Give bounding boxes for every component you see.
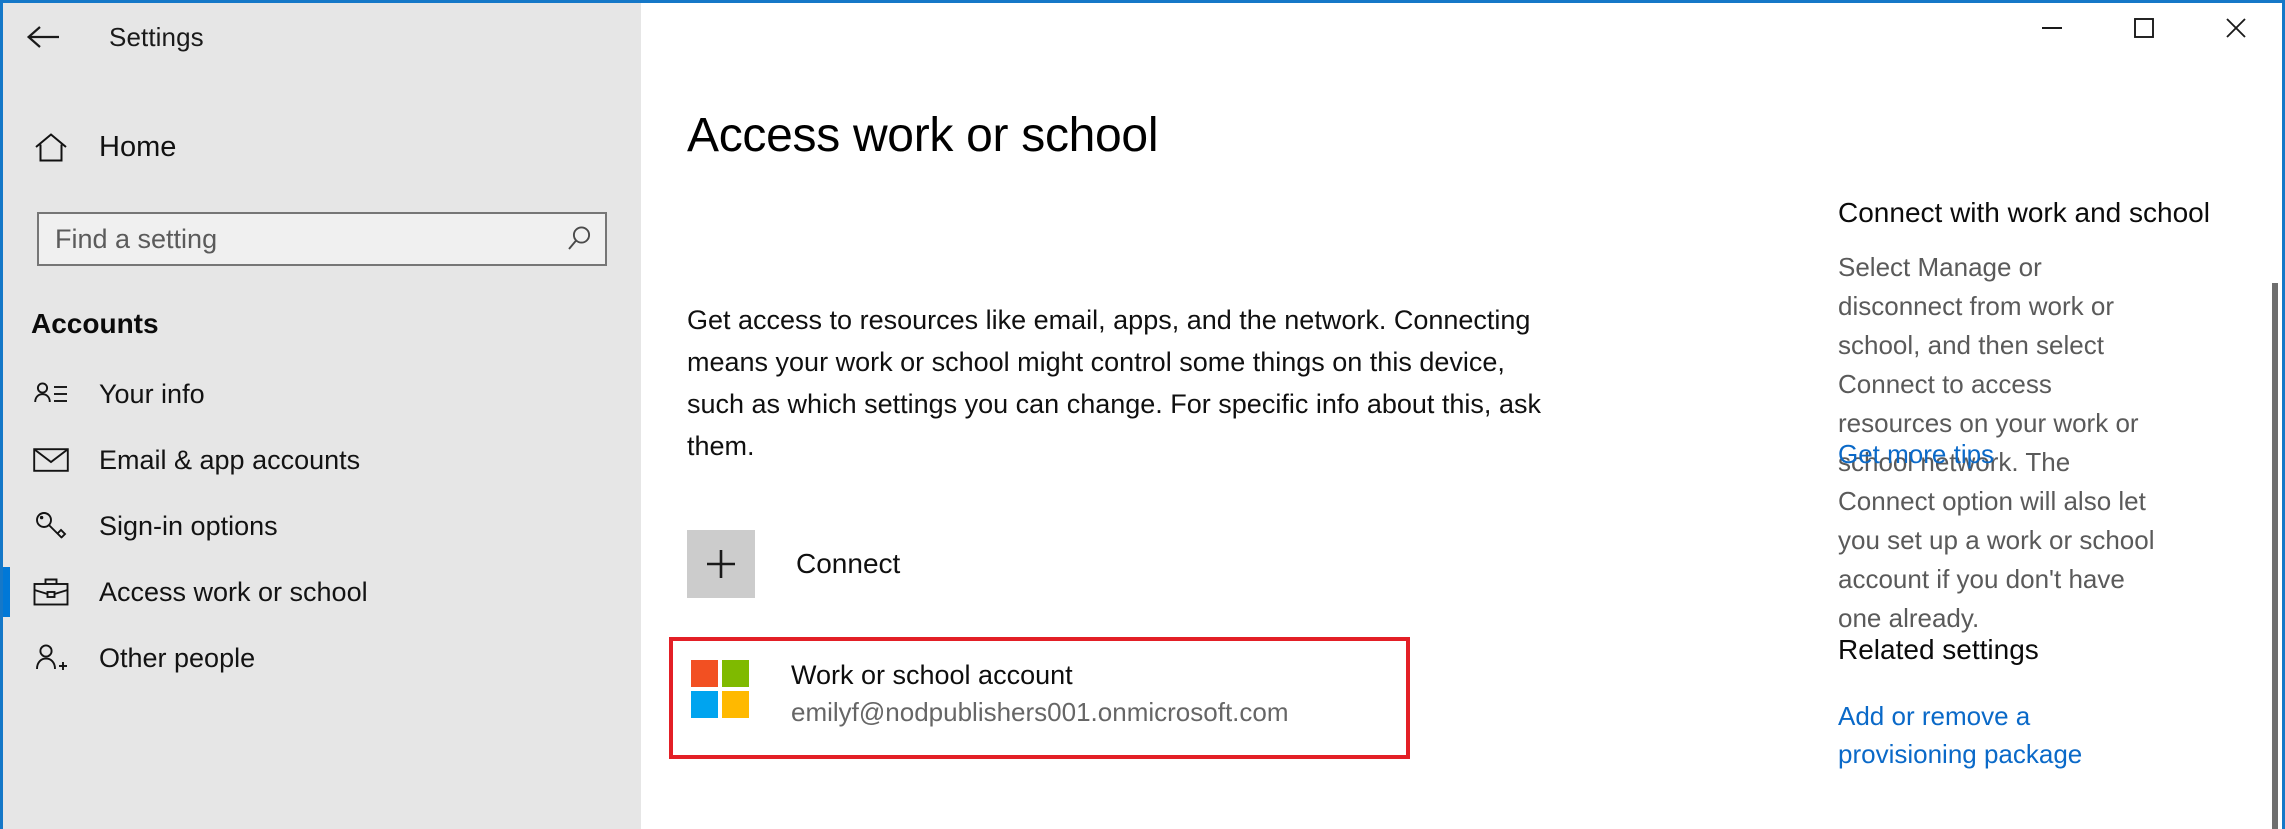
- close-icon[interactable]: [2190, 3, 2282, 53]
- help-heading: Connect with work and school: [1838, 197, 2210, 228]
- sidebar-item-your-info[interactable]: Your info: [3, 361, 641, 427]
- window-controls: [2006, 3, 2282, 53]
- provisioning-package-link[interactable]: Add or remove a provisioning package: [1838, 697, 2138, 773]
- page-description: Get access to resources like email, apps…: [687, 305, 1541, 461]
- sidebar-item-other-people[interactable]: Other people: [3, 625, 641, 691]
- sidebar-item-access-work-or-school[interactable]: Access work or school: [3, 559, 641, 625]
- search-box[interactable]: [37, 212, 607, 266]
- scrollbar-thumb[interactable]: [2272, 283, 2278, 829]
- title-bar: Settings: [3, 3, 641, 71]
- sidebar-item-label: Home: [99, 130, 177, 163]
- sidebar: Settings Home Accounts: [3, 3, 641, 829]
- scrollbar-track[interactable]: [2268, 53, 2282, 829]
- key-icon: [3, 511, 99, 541]
- briefcase-icon: [3, 577, 99, 607]
- mail-icon: [3, 447, 99, 473]
- sidebar-item-label: Your info: [99, 378, 205, 409]
- microsoft-logo-icon: [691, 660, 749, 718]
- sidebar-item-label: Sign-in options: [99, 510, 278, 541]
- account-row-inner: Work or school account emilyf@nodpublish…: [691, 657, 1289, 731]
- search-icon[interactable]: [553, 214, 605, 264]
- back-arrow-icon[interactable]: [11, 5, 75, 69]
- connect-button[interactable]: Connect: [687, 530, 900, 598]
- sidebar-item-email-app-accounts[interactable]: Email & app accounts: [3, 427, 641, 493]
- sidebar-item-home[interactable]: Home: [3, 115, 641, 179]
- sidebar-nav-list: Your info Email & app accounts Sign-in o…: [3, 361, 641, 691]
- work-or-school-account-row[interactable]: Work or school account emilyf@nodpublish…: [669, 637, 1410, 759]
- plus-icon: [687, 530, 755, 598]
- contact-card-icon: [3, 381, 99, 407]
- app-title: Settings: [109, 21, 204, 52]
- home-icon: [3, 132, 99, 163]
- page-title: Access work or school: [687, 109, 1159, 162]
- sidebar-item-sign-in-options[interactable]: Sign-in options: [3, 493, 641, 559]
- search-input[interactable]: [39, 223, 553, 255]
- sidebar-item-label: Access work or school: [99, 576, 368, 607]
- settings-window: Settings Home Accounts: [0, 0, 2285, 829]
- minimize-icon[interactable]: [2006, 3, 2098, 53]
- get-more-tips-link[interactable]: Get more tips: [1838, 439, 1994, 470]
- maximize-icon[interactable]: [2098, 3, 2190, 53]
- account-title: Work or school account: [791, 660, 1073, 690]
- sidebar-section-heading: Accounts: [31, 308, 159, 339]
- related-settings-heading: Related settings: [1838, 634, 2039, 665]
- main-content: Access work or school Get access to reso…: [641, 3, 2282, 829]
- connect-label: Connect: [796, 548, 901, 579]
- sidebar-item-label: Other people: [99, 642, 256, 673]
- sidebar-item-label: Email & app accounts: [99, 444, 361, 475]
- account-email: emilyf@nodpublishers001.onmicrosoft.com: [791, 697, 1289, 727]
- add-person-icon: [3, 643, 99, 673]
- account-text-block: Work or school account emilyf@nodpublish…: [791, 657, 1289, 731]
